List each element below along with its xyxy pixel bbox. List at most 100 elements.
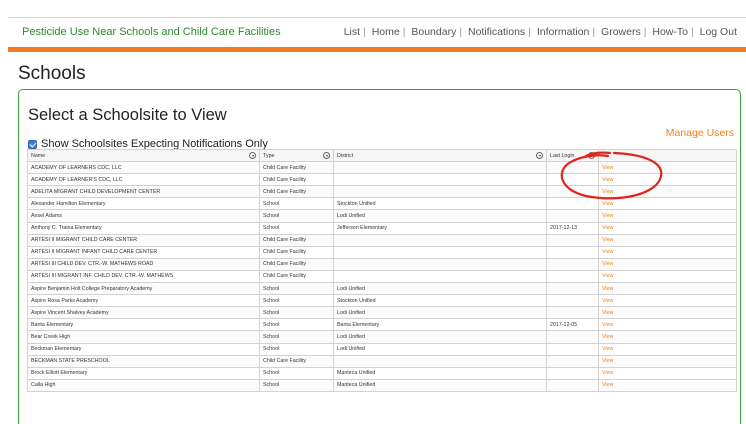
cell-district: Lodi Unified <box>333 282 547 296</box>
column-header-district[interactable]: District <box>333 148 547 163</box>
nav-list[interactable]: List <box>344 26 360 38</box>
cell-last-login <box>546 197 599 211</box>
table-row: Brock Elliott Elementary School Manteca Un… <box>27 366 737 380</box>
column-header-last-login[interactable]: Last Login <box>546 148 599 163</box>
column-header-name[interactable]: Name <box>27 148 260 163</box>
view-link[interactable]: View <box>598 173 737 187</box>
site-brand[interactable]: Pesticide Use Near Schools and Child Car… <box>22 26 281 38</box>
view-link[interactable]: View <box>598 233 737 247</box>
table-row: Banta Elementary School Banta Elementary 20… <box>27 318 737 332</box>
view-link[interactable]: View <box>598 342 737 356</box>
cell-district: Lodi Unified <box>333 306 547 320</box>
table-row: Beckman Elementary School Lodi Unified View <box>27 342 737 356</box>
filter-icon[interactable] <box>536 152 543 159</box>
table-row: ARTESI III CHILD DEV. CTR.-W. MATHEWS RO… <box>27 257 737 271</box>
cell-district: Lodi Unified <box>333 330 547 344</box>
cell-last-login: 2017-12-13 <box>546 221 599 235</box>
cell-type: Child Care Facility <box>259 185 334 199</box>
cell-type: School <box>259 318 334 332</box>
cell-last-login <box>546 282 599 296</box>
view-link[interactable]: View <box>598 257 737 271</box>
view-link[interactable]: View <box>598 282 737 296</box>
table-row: ARTESI II MIGRANT INFANT CHILD CARE CENT… <box>27 245 737 259</box>
table-row: BECKMAN STATE PRESCHOOL Child Care Facili… <box>27 354 737 368</box>
view-link[interactable]: View <box>598 318 737 332</box>
cell-name: Aspire Rosa Parks Academy <box>27 294 260 308</box>
nav-separator: | <box>643 26 647 38</box>
view-link[interactable]: View <box>598 221 737 235</box>
filter-icon[interactable] <box>249 152 256 159</box>
schools-table-wrap: Name Type District Last Login ACADEMY OF… <box>27 148 737 392</box>
column-label: Type <box>263 152 275 159</box>
cell-type: School <box>259 378 334 392</box>
cell-type: School <box>259 306 334 320</box>
cell-type: School <box>259 209 334 223</box>
cell-type: Child Care Facility <box>259 269 334 284</box>
cell-district <box>333 245 547 259</box>
cell-name: Brock Elliott Elementary <box>27 366 260 380</box>
notifications-filter-checkbox[interactable] <box>28 139 37 149</box>
cell-name: ADELITA MIGRANT CHILD DEVELOPMENT CENTER <box>27 185 260 199</box>
cell-type: School <box>259 197 334 211</box>
cell-district: Lodi Unified <box>333 209 547 223</box>
nav-separator: | <box>363 26 366 38</box>
table-row: Calla High School Manteca Unified View <box>27 378 737 392</box>
cell-name: ACADEMY OF LEARNERS CDC, LLC <box>27 161 260 175</box>
nav-information[interactable]: Information <box>537 26 590 38</box>
schools-table: Name Type District Last Login ACADEMY OF… <box>27 148 737 392</box>
filter-icon[interactable] <box>588 152 595 159</box>
nav-log-out[interactable]: Log Out <box>700 26 737 38</box>
cell-last-login <box>546 366 599 380</box>
view-link[interactable]: View <box>598 354 737 368</box>
cell-last-login: 2017-12-05 <box>546 318 599 332</box>
table-row: ACADEMY OF LEARNER'S CDC, LLC Child Care … <box>27 173 737 187</box>
view-link[interactable]: View <box>598 245 737 259</box>
cell-type: School <box>259 366 334 380</box>
cell-type: School <box>259 282 334 296</box>
cell-name: ARTESI II MIGRANT INFANT CHILD CARE CENT… <box>27 245 260 259</box>
cell-district <box>333 161 547 175</box>
view-link[interactable]: View <box>598 294 737 308</box>
cell-last-login <box>546 245 599 259</box>
nav-growers[interactable]: Growers <box>601 26 641 38</box>
nav-how-to[interactable]: How-To <box>652 26 688 38</box>
nav-home[interactable]: Home <box>372 26 400 38</box>
column-header-type[interactable]: Type <box>259 148 334 163</box>
table-row: Aspire Rosa Parks Academy School Stockton … <box>27 294 737 308</box>
view-link[interactable]: View <box>598 378 737 392</box>
cell-last-login <box>546 378 599 392</box>
view-link[interactable]: View <box>598 185 737 199</box>
manage-users-link[interactable]: Manage Users <box>666 127 734 139</box>
table-row: ARTESI II MIGRANT CHILD CARE CENTER Child… <box>27 233 737 247</box>
cell-district: Stockton Unified <box>333 294 547 308</box>
cell-last-login <box>546 269 599 284</box>
cell-district <box>333 257 547 271</box>
view-link[interactable]: View <box>598 306 737 320</box>
schoolsite-panel: Select a Schoolsite to View Manage Users… <box>18 89 741 424</box>
cell-type: School <box>259 330 334 344</box>
cell-last-login <box>546 257 599 271</box>
cell-district <box>333 269 547 284</box>
cell-type: School <box>259 294 334 308</box>
view-link[interactable]: View <box>598 269 737 284</box>
nav-separator: | <box>402 26 406 38</box>
table-row: ACADEMY OF LEARNERS CDC, LLC Child Care F… <box>27 161 737 175</box>
filter-icon[interactable] <box>323 152 330 159</box>
view-link[interactable]: View <box>598 197 737 211</box>
cell-type: Child Care Facility <box>259 161 334 175</box>
cell-district: Manteca Unified <box>333 366 547 380</box>
view-link[interactable]: View <box>598 209 737 223</box>
view-link[interactable]: View <box>598 161 737 175</box>
nav-notifications[interactable]: Notifications <box>468 26 525 38</box>
table-header-row: Name Type District Last Login <box>27 148 737 163</box>
nav-boundary[interactable]: Boundary <box>411 26 456 38</box>
view-link[interactable]: View <box>598 366 737 380</box>
cell-type: Child Care Facility <box>259 245 334 259</box>
cell-name: Aspire Benjamin Holt College Preparatory… <box>27 282 260 296</box>
cell-type: School <box>259 221 334 235</box>
cell-name: ARTESI III CHILD DEV. CTR.-W. MATHEWS RO… <box>27 257 260 271</box>
cell-last-login <box>546 209 599 223</box>
cell-last-login <box>546 161 599 175</box>
cell-district: Banta Elementary <box>333 318 547 332</box>
view-link[interactable]: View <box>598 330 737 344</box>
